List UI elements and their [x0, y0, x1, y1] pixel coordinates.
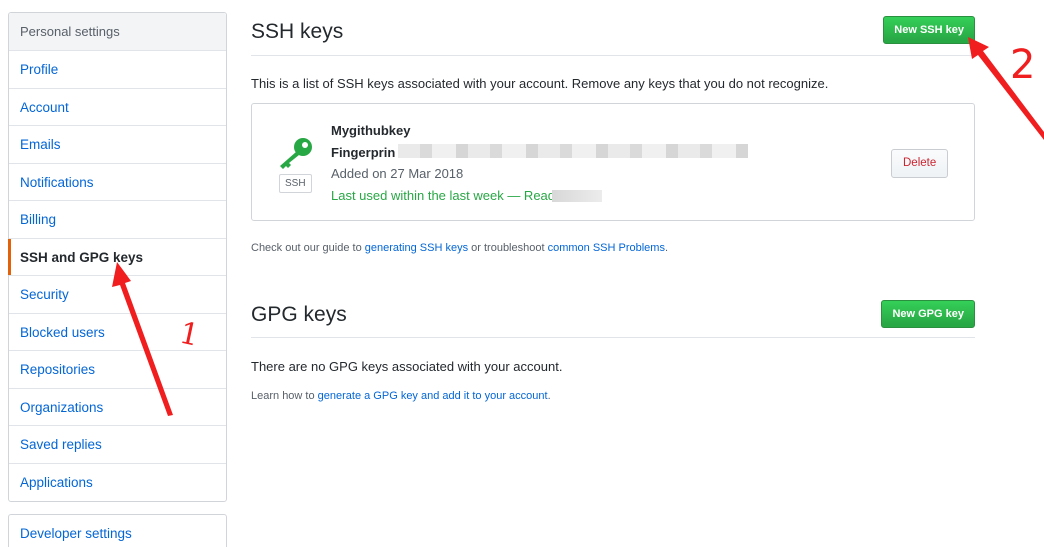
sidebar-item-account[interactable]: Account — [9, 89, 226, 126]
sidebar-item-organizations[interactable]: Organizations — [9, 389, 226, 426]
ssh-key-added-date: Added on 27 Mar 2018 — [331, 166, 464, 181]
key-icon — [280, 138, 312, 169]
sidebar-item-applications[interactable]: Applications — [9, 464, 226, 502]
sidebar-item-emails[interactable]: Emails — [9, 126, 226, 164]
sidebar-item-developer-settings[interactable]: Developer settings — [9, 515, 226, 547]
annotation-label-2: 2 — [1010, 42, 1035, 88]
ssh-keys-description: This is a list of SSH keys associated wi… — [251, 76, 829, 91]
ssh-key-item: SSH Mygithubkey Fingerprin Added on 27 M… — [251, 103, 975, 221]
sidebar-item-repositories[interactable]: Repositories — [9, 351, 226, 389]
ssh-guide-suffix: . — [664, 242, 669, 254]
gpg-keys-description: There are no GPG keys associated with yo… — [251, 359, 563, 374]
settings-sidebar: Personal settings Profile Account Emails… — [8, 12, 227, 502]
sidebar-item-security[interactable]: Security — [9, 276, 226, 314]
gpg-keys-header: GPG keys New GPG key — [251, 290, 975, 338]
ssh-guide-middle: or troubleshoot — [468, 242, 548, 254]
sidebar-item-notifications[interactable]: Notifications — [9, 164, 226, 201]
sidebar-header: Personal settings — [9, 13, 226, 51]
gpg-guide-prefix: Learn how to — [251, 390, 318, 402]
delete-ssh-key-button[interactable]: Delete — [891, 149, 949, 178]
main-content: SSH keys New SSH key This is a list of S… — [251, 0, 975, 402]
ssh-key-fingerprint-label: Fingerprin — [331, 145, 396, 160]
gpg-guide-suffix: . — [547, 390, 551, 402]
sidebar-item-billing[interactable]: Billing — [9, 201, 226, 239]
sidebar-item-blocked-users[interactable]: Blocked users — [9, 314, 226, 351]
new-ssh-key-button[interactable]: New SSH key — [883, 16, 975, 44]
arrow-2 — [968, 37, 1044, 140]
generating-ssh-keys-link[interactable]: generating SSH keys — [365, 242, 468, 254]
new-gpg-key-button[interactable]: New GPG key — [881, 300, 975, 328]
access-redaction — [552, 190, 602, 202]
ssh-key-last-used: Last used within the last week — Read/wr… — [331, 188, 587, 203]
developer-settings-box: Developer settings — [8, 514, 227, 547]
ssh-keys-title: SSH keys — [251, 20, 344, 43]
sidebar-item-saved-replies[interactable]: Saved replies — [9, 426, 226, 464]
ssh-badge: SSH — [279, 174, 312, 193]
ssh-keys-header: SSH keys New SSH key — [251, 0, 975, 56]
sidebar-item-profile[interactable]: Profile — [9, 51, 226, 89]
ssh-guide-prefix: Check out our guide to — [251, 242, 365, 254]
sidebar-item-ssh-gpg-keys[interactable]: SSH and GPG keys — [8, 238, 226, 276]
ssh-guide-text: Check out our guide to generating SSH ke… — [251, 242, 668, 254]
ssh-key-name: Mygithubkey — [331, 123, 411, 138]
fingerprint-redaction — [398, 144, 748, 158]
gpg-guide-text: Learn how to generate a GPG key and add … — [251, 390, 551, 402]
gpg-keys-title: GPG keys — [251, 303, 347, 326]
common-ssh-problems-link[interactable]: common SSH Problems — [548, 242, 665, 254]
generate-gpg-key-link[interactable]: generate a GPG key and add it to your ac… — [318, 390, 548, 402]
